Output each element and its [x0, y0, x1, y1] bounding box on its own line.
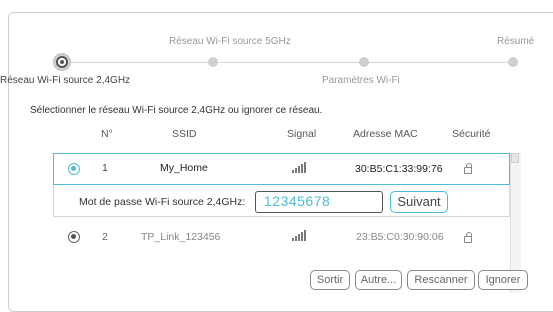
- col-header-ssid: SSID: [172, 128, 197, 140]
- row-ssid: My_Home: [160, 162, 208, 174]
- select-radio-2[interactable]: [68, 231, 80, 243]
- step-label-2g: Réseau Wi-Fi source 2,4GHz: [0, 75, 131, 86]
- exit-button[interactable]: Sortir: [310, 270, 350, 290]
- step-dot-summary: [508, 57, 518, 67]
- password-input[interactable]: 12345678: [255, 191, 383, 213]
- lock-icon: [464, 232, 472, 243]
- step-dot-2g: [56, 56, 68, 68]
- row-no: 1: [102, 162, 108, 174]
- next-button[interactable]: Suivant: [390, 191, 448, 213]
- scrollbar-thumb[interactable]: [511, 153, 519, 163]
- col-header-no: N°: [101, 128, 113, 140]
- row-ssid: TP_Link_123456: [141, 231, 221, 243]
- password-label: Mot de passe Wi-Fi source 2,4GHz:: [79, 196, 246, 208]
- signal-icon: [292, 161, 306, 173]
- other-button[interactable]: Autre...: [355, 270, 402, 290]
- row-mac: 23:B5:C0:30:90:06: [356, 231, 444, 243]
- instruction-text: Sélectionner le réseau Wi-Fi source 2,4G…: [30, 105, 323, 116]
- row-no: 2: [102, 231, 108, 243]
- step-label-summary: Résumé: [497, 36, 535, 47]
- step-dot-params: [359, 57, 369, 67]
- ignore-button[interactable]: Ignorer: [478, 270, 528, 290]
- col-header-security: Sécurité: [452, 128, 491, 140]
- progress-track: [62, 62, 514, 63]
- rescan-button[interactable]: Rescanner: [407, 270, 475, 290]
- step-label-5g: Réseau Wi-Fi source 5GHz: [169, 36, 291, 47]
- select-radio-1[interactable]: [68, 163, 80, 175]
- col-header-signal: Signal: [287, 128, 317, 140]
- step-dot-5g: [208, 57, 218, 67]
- step-label-params: Paramètres Wi-Fi: [322, 75, 400, 86]
- row-mac: 30:B5:C1:33:99:76: [355, 163, 443, 175]
- signal-icon: [292, 229, 306, 241]
- col-header-mac: Adresse MAC: [353, 128, 418, 140]
- lock-icon: [464, 163, 472, 174]
